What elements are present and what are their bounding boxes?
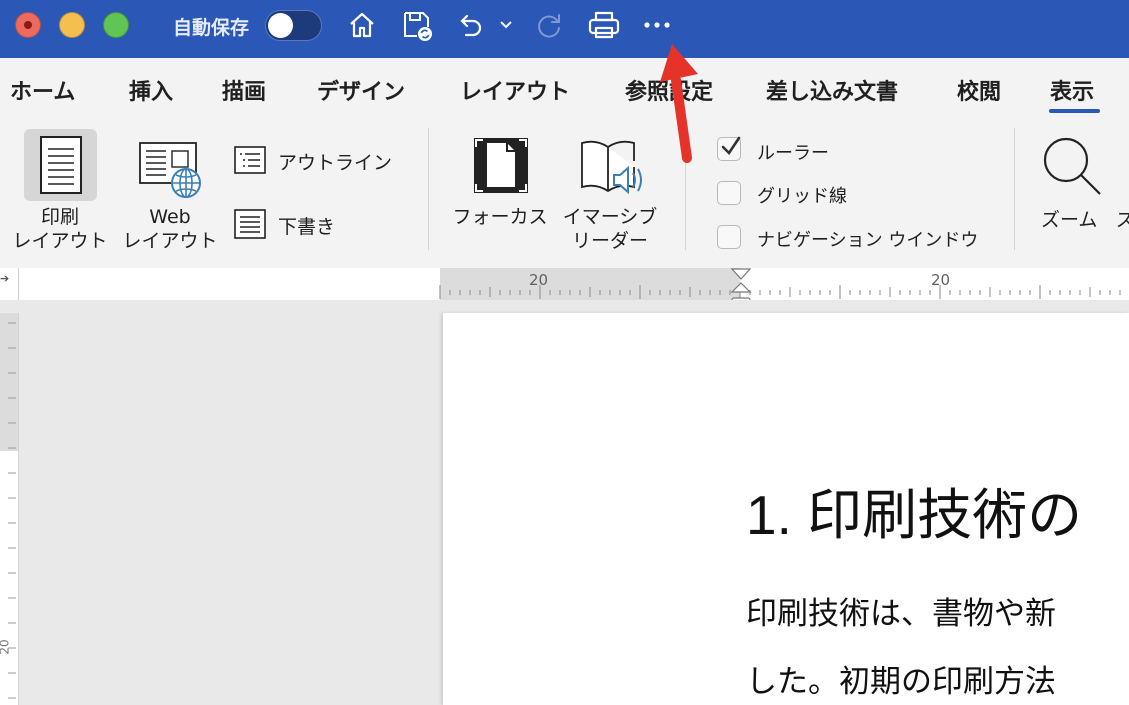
autosave-toggle[interactable] <box>265 10 322 41</box>
redo-icon[interactable] <box>532 8 566 42</box>
tab-layout[interactable]: レイアウト <box>460 74 570 106</box>
immersive-reader-icon[interactable] <box>578 137 644 197</box>
next-ribbon-button-partial[interactable]: ズ <box>1116 205 1129 232</box>
navigation-pane-checkbox-label: ナビゲーション ウインドウ <box>757 230 979 251</box>
ribbon-separator <box>1014 128 1015 250</box>
tab-mailings[interactable]: 差し込み文書 <box>766 74 898 106</box>
tab-review[interactable]: 校閲 <box>957 74 1001 106</box>
outline-button[interactable]: アウトライン <box>278 148 392 175</box>
undo-icon[interactable] <box>453 8 487 42</box>
document-text-line[interactable]: した。初期の印刷方法 <box>746 656 1056 701</box>
immersive-reader-label: イマーシブ リーダー <box>562 206 658 252</box>
annotation-arrow-icon <box>660 44 698 163</box>
ruler-checkbox-label: ルーラー <box>757 143 829 164</box>
undo-dropdown-icon[interactable] <box>495 8 517 42</box>
print-layout-label: 印刷 レイアウト <box>12 206 108 252</box>
web-layout-label: Web レイアウト <box>122 206 218 252</box>
gridlines-checkbox-label: グリッド線 <box>757 186 847 207</box>
outline-icon[interactable] <box>234 146 266 174</box>
minimize-window-button[interactable] <box>59 12 85 38</box>
more-icon[interactable] <box>640 8 674 42</box>
document-heading[interactable]: 1. 印刷技術の <box>746 470 1082 550</box>
document-text-line[interactable]: 印刷技術は、書物や新 <box>746 588 1056 633</box>
gridlines-checkbox[interactable] <box>717 181 741 205</box>
vertical-ruler-number: 20 <box>0 639 12 655</box>
ruler-ticks <box>439 285 1121 299</box>
draft-button[interactable]: 下書き <box>278 212 335 239</box>
close-window-button[interactable] <box>15 12 41 38</box>
draft-icon[interactable] <box>234 209 266 239</box>
autosave-label: 自動保存 <box>173 17 250 39</box>
web-layout-button[interactable] <box>136 137 206 201</box>
ruler-number-right: 20 <box>931 271 951 289</box>
ruler-checkbox[interactable] <box>717 136 741 161</box>
focus-button[interactable]: フォーカス <box>450 205 550 229</box>
tab-insert[interactable]: 挿入 <box>129 74 173 106</box>
tab-design[interactable]: デザイン <box>317 74 405 106</box>
zoom-icon[interactable] <box>1040 134 1104 198</box>
toggle-knob <box>268 13 293 38</box>
print-icon[interactable] <box>587 8 621 42</box>
tab-view[interactable]: 表示 <box>1050 74 1094 106</box>
focus-icon[interactable] <box>473 137 529 194</box>
ruler-number-left: 20 <box>529 271 549 289</box>
home-icon[interactable] <box>345 8 379 42</box>
maximize-window-button[interactable] <box>103 12 129 38</box>
print-layout-button[interactable] <box>24 129 97 201</box>
navigation-pane-checkbox[interactable] <box>717 225 741 249</box>
tab-draw[interactable]: 描画 <box>222 74 266 106</box>
save-sync-icon[interactable] <box>400 8 434 42</box>
ribbon-separator <box>428 128 429 250</box>
zoom-button[interactable]: ズーム <box>1041 205 1097 232</box>
tab-home[interactable]: ホーム <box>10 74 75 106</box>
selected-tab-indicator <box>1049 109 1100 113</box>
